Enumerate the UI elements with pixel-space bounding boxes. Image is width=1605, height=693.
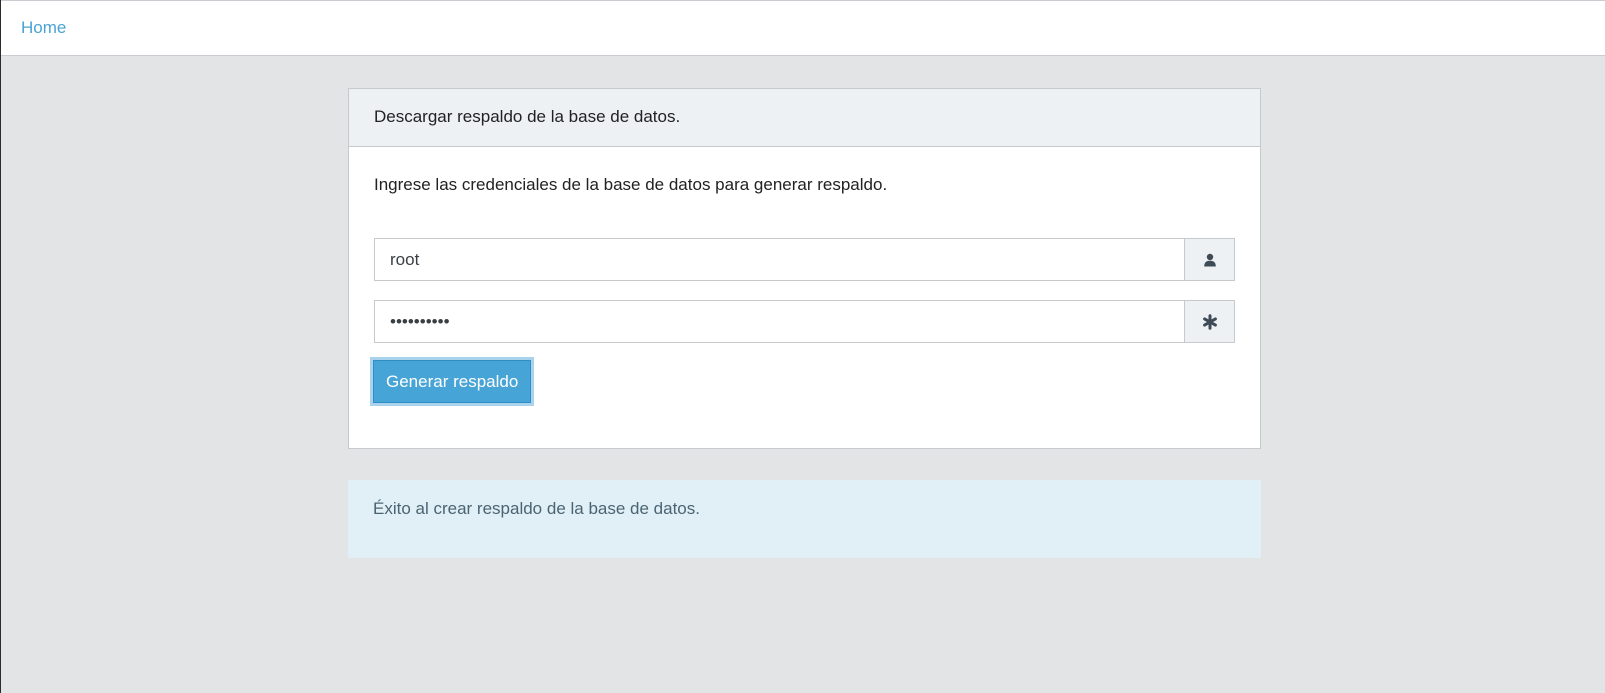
password-group	[374, 300, 1235, 343]
home-link[interactable]: Home	[21, 18, 66, 38]
user-icon	[1184, 238, 1235, 281]
top-navbar: Home	[1, 0, 1605, 56]
success-alert: Éxito al crear respaldo de la base de da…	[348, 480, 1261, 558]
panel-heading: Descargar respaldo de la base de datos.	[349, 89, 1260, 147]
username-input[interactable]	[374, 238, 1184, 281]
password-input[interactable]	[374, 300, 1184, 343]
intro-text: Ingrese las credenciales de la base de d…	[374, 175, 888, 194]
generate-backup-button[interactable]: Generar respaldo	[373, 360, 532, 403]
backup-panel: Descargar respaldo de la base de datos. …	[348, 88, 1261, 449]
asterisk-icon	[1184, 300, 1235, 343]
username-group	[374, 238, 1235, 281]
